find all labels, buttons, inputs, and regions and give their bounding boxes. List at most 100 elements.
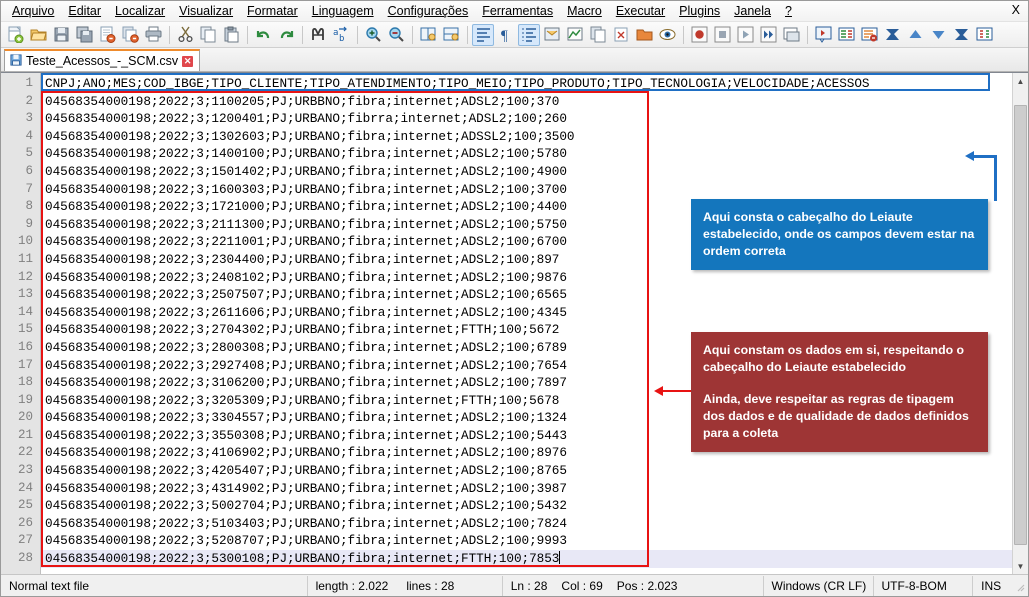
save-macro-icon[interactable] <box>780 24 802 46</box>
code-line[interactable]: 04568354000198;2022;3;1501402;PJ;URBANO;… <box>41 163 1012 181</box>
menu-plugins-label: Plugins <box>679 4 720 18</box>
header-callout: Aqui consta o cabeçalho do Leiaute estab… <box>691 199 988 270</box>
toolbar-separator <box>302 26 303 44</box>
menu-janela[interactable]: Janela <box>727 2 778 20</box>
replace-icon[interactable]: ab <box>330 24 352 46</box>
menu-arquivo[interactable]: Arquivo <box>5 2 61 20</box>
save-all-icon[interactable] <box>73 24 95 46</box>
line-number: 2 <box>1 93 40 111</box>
status-lines: lines : 28 <box>406 579 454 593</box>
run-dialog-icon[interactable] <box>812 24 834 46</box>
copy-icon[interactable] <box>197 24 219 46</box>
new-file-icon[interactable] <box>4 24 26 46</box>
show-indent-guide-icon[interactable] <box>518 24 540 46</box>
code-line[interactable]: 04568354000198;2022;3;1200401;PJ;URBANO;… <box>41 110 1012 128</box>
code-line[interactable]: 04568354000198;2022;3;2408102;PJ;URBANO;… <box>41 269 1012 287</box>
down-arrow-icon[interactable] <box>927 24 949 46</box>
menu-editar[interactable]: Editar <box>61 2 108 20</box>
menu-help-label: ? <box>785 4 792 18</box>
tab-teste-acessos-scm-csv[interactable]: Teste_Acessos_-_SCM.csv ✕ <box>4 49 200 71</box>
sync-horizontal-scroll-icon[interactable] <box>440 24 462 46</box>
word-wrap-icon[interactable] <box>472 24 494 46</box>
menu-localizar[interactable]: Localizar <box>108 2 172 20</box>
sync-vertical-scroll-icon[interactable] <box>417 24 439 46</box>
close-all-icon[interactable] <box>119 24 141 46</box>
up-arrow-icon[interactable] <box>904 24 926 46</box>
record-macro-icon[interactable] <box>688 24 710 46</box>
vertical-scrollbar[interactable]: ▲ ▼ <box>1012 73 1028 574</box>
menu-formatar[interactable]: Formatar <box>240 2 305 20</box>
code-line[interactable]: 04568354000198;2022;3;2611606;PJ;URBANO;… <box>41 304 1012 322</box>
close-document-button[interactable]: X <box>1012 3 1020 17</box>
hide-lines-icon[interactable] <box>973 24 995 46</box>
line-number: 11 <box>1 251 40 269</box>
line-number: 7 <box>1 181 40 199</box>
code-line[interactable]: 04568354000198;2022;3;4205407;PJ;URBANO;… <box>41 462 1012 480</box>
menu-linguagem[interactable]: Linguagem <box>305 2 381 20</box>
tab-close-icon[interactable]: ✕ <box>182 56 193 67</box>
line-number: 14 <box>1 304 40 322</box>
zoom-out-icon[interactable] <box>385 24 407 46</box>
code-line[interactable]: 04568354000198;2022;3;1600303;PJ;URBANO;… <box>41 181 1012 199</box>
line-number: 25 <box>1 497 40 515</box>
run-macro-multiple-icon[interactable] <box>757 24 779 46</box>
resize-grip-icon[interactable] <box>1013 580 1025 592</box>
text-caret <box>559 551 560 564</box>
menu-linguagem-label: Linguagem <box>312 4 374 18</box>
line-number: 15 <box>1 321 40 339</box>
play-macro-icon[interactable] <box>734 24 756 46</box>
menu-ferramentas[interactable]: Ferramentas <box>475 2 560 20</box>
monitoring-icon[interactable] <box>656 24 678 46</box>
show-all-characters-icon[interactable]: ¶ <box>495 24 517 46</box>
code-line[interactable]: 04568354000198;2022;3;5002704;PJ;URBANO;… <box>41 497 1012 515</box>
stop-recording-icon[interactable] <box>711 24 733 46</box>
function-list-icon[interactable] <box>587 24 609 46</box>
paste-icon[interactable] <box>220 24 242 46</box>
expand-all-icon[interactable] <box>950 24 972 46</box>
floppy-disk-icon <box>10 54 22 69</box>
toggle-bookmark-icon[interactable] <box>835 24 857 46</box>
document-switcher-icon[interactable] <box>610 24 632 46</box>
open-file-icon[interactable] <box>27 24 49 46</box>
menu-help[interactable]: ? <box>778 2 799 20</box>
user-defined-language-icon[interactable] <box>541 24 563 46</box>
scrollbar-track[interactable] <box>1013 89 1029 558</box>
remove-bookmark-icon[interactable] <box>858 24 880 46</box>
tab-bar: Teste_Acessos_-_SCM.csv ✕ <box>1 48 1028 72</box>
document-map-icon[interactable] <box>564 24 586 46</box>
menu-plugins[interactable]: Plugins <box>672 2 727 20</box>
code-line[interactable]: 04568354000198;2022;3;1400100;PJ;URBANO;… <box>41 145 1012 163</box>
scroll-down-arrow[interactable]: ▼ <box>1013 558 1029 574</box>
close-file-icon[interactable] <box>96 24 118 46</box>
text-content[interactable]: CNPJ;ANO;MES;COD_IBGE;TIPO_CLIENTE;TIPO_… <box>41 73 1012 574</box>
find-icon[interactable] <box>307 24 329 46</box>
code-line[interactable]: 04568354000198;2022;3;5208707;PJ;URBANO;… <box>41 532 1012 550</box>
code-line[interactable]: 04568354000198;2022;3;5300108;PJ;URBANO;… <box>41 550 1012 568</box>
menu-visualizar[interactable]: Visualizar <box>172 2 240 20</box>
menu-ferramentas-label: Ferramentas <box>482 4 553 18</box>
header-callout-text: Aqui consta o cabeçalho do Leiaute estab… <box>703 209 976 260</box>
undo-icon[interactable] <box>252 24 274 46</box>
cut-icon[interactable] <box>174 24 196 46</box>
code-line[interactable]: 04568354000198;2022;3;4314902;PJ;URBANO;… <box>41 480 1012 498</box>
redo-icon[interactable] <box>275 24 297 46</box>
menu-macro[interactable]: Macro <box>560 2 609 20</box>
code-line[interactable]: 04568354000198;2022;3;2507507;PJ;URBANO;… <box>41 286 1012 304</box>
svg-text:b: b <box>339 34 344 43</box>
line-number: 21 <box>1 427 40 445</box>
code-line[interactable]: CNPJ;ANO;MES;COD_IBGE;TIPO_CLIENTE;TIPO_… <box>41 75 1012 93</box>
menu-configuracoes[interactable]: Configurações <box>381 2 476 20</box>
zoom-in-icon[interactable] <box>362 24 384 46</box>
scrollbar-thumb[interactable] <box>1014 105 1027 545</box>
print-icon[interactable] <box>142 24 164 46</box>
toolbar-separator <box>412 26 413 44</box>
scroll-up-arrow[interactable]: ▲ <box>1013 73 1029 89</box>
code-line[interactable]: 04568354000198;2022;3;5103403;PJ;URBANO;… <box>41 515 1012 533</box>
save-icon[interactable] <box>50 24 72 46</box>
collapse-all-icon[interactable] <box>881 24 903 46</box>
code-line[interactable]: 04568354000198;2022;3;1100205;PJ;URBBNO;… <box>41 93 1012 111</box>
toolbar-separator <box>169 26 170 44</box>
menu-executar[interactable]: Executar <box>609 2 672 20</box>
code-line[interactable]: 04568354000198;2022;3;1302603;PJ;URBANO;… <box>41 128 1012 146</box>
folder-as-workspace-icon[interactable] <box>633 24 655 46</box>
